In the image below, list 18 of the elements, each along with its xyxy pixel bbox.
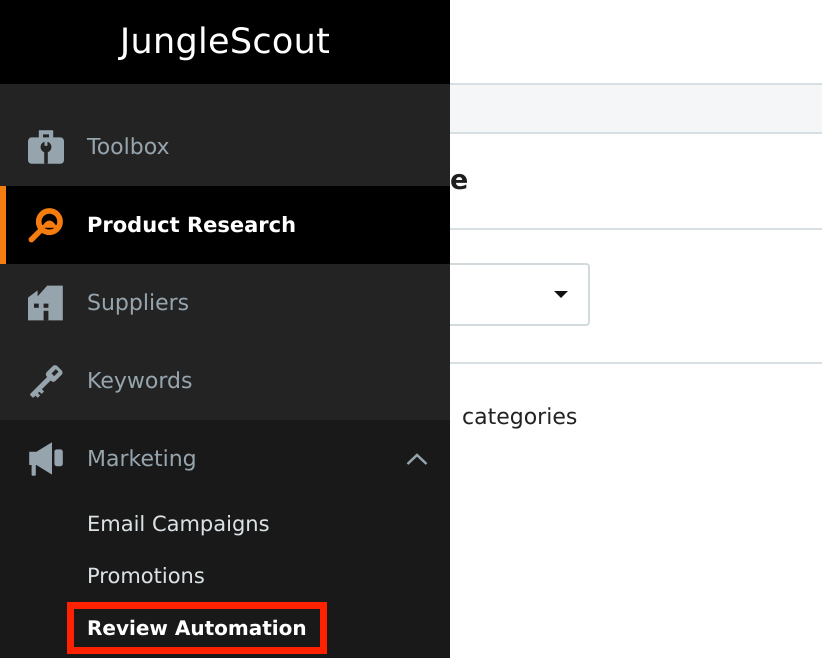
submenu-item[interactable]: Email Campaigns — [67, 498, 290, 550]
caret-down-icon — [554, 291, 568, 298]
sidebar-item[interactable]: Toolbox — [0, 108, 450, 186]
sidebar-item[interactable]: Product Research — [0, 186, 450, 264]
category-label: categories — [462, 405, 578, 430]
sidebar-item[interactable]: Marketing — [0, 420, 450, 498]
section-heading: e — [450, 164, 468, 198]
magnifier-icon — [28, 207, 64, 243]
logo: JungleScout — [120, 21, 330, 63]
toolbox-icon — [28, 129, 64, 165]
factory-icon — [28, 285, 64, 321]
submenu-item[interactable]: Promotions — [67, 550, 225, 602]
dropdown-field[interactable] — [450, 263, 590, 326]
sidebar-item[interactable]: Keywords — [0, 342, 450, 420]
megaphone-icon — [28, 441, 64, 477]
sidebar-item[interactable]: Suppliers — [0, 264, 450, 342]
submenu-item[interactable]: Review Automation — [67, 602, 327, 654]
key-icon — [28, 363, 64, 399]
